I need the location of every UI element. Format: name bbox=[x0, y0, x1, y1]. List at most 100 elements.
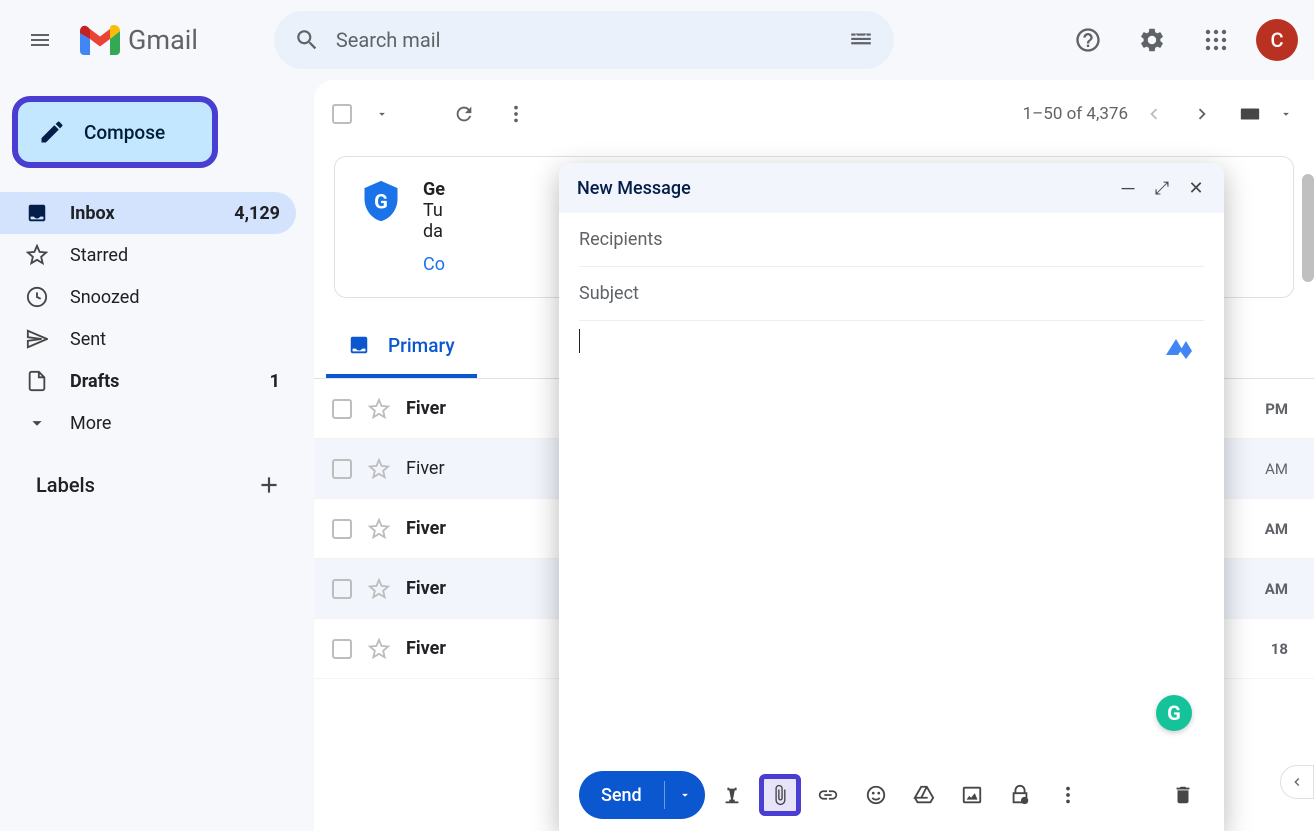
labels-heading: Labels bbox=[36, 473, 95, 497]
text-format-icon bbox=[721, 784, 743, 806]
apps-button[interactable] bbox=[1192, 16, 1240, 64]
sidebar-item-snoozed[interactable]: Snoozed bbox=[0, 276, 296, 318]
minimize-icon[interactable]: ─ bbox=[1118, 178, 1138, 199]
settings-button[interactable] bbox=[1128, 16, 1176, 64]
caret-down-icon bbox=[375, 107, 389, 121]
refresh-button[interactable] bbox=[442, 92, 486, 136]
insert-image-button[interactable] bbox=[951, 774, 993, 816]
insert-link-button[interactable] bbox=[807, 774, 849, 816]
nav-label: Snoozed bbox=[70, 287, 140, 308]
search-bar[interactable]: Search mail bbox=[274, 11, 894, 69]
main-menu-button[interactable] bbox=[16, 16, 64, 64]
email-checkbox[interactable] bbox=[332, 399, 352, 419]
search-options-icon[interactable] bbox=[848, 27, 874, 53]
email-checkbox[interactable] bbox=[332, 519, 352, 539]
chevron-right-icon bbox=[1191, 103, 1213, 125]
nav-label: Sent bbox=[70, 329, 106, 350]
app-header: Gmail Search mail C bbox=[0, 0, 1314, 80]
link-icon bbox=[817, 784, 839, 806]
star-icon bbox=[26, 244, 48, 266]
account-avatar[interactable]: C bbox=[1256, 19, 1298, 61]
recipients-field[interactable]: Recipients bbox=[579, 213, 1204, 267]
attach-file-button[interactable] bbox=[759, 774, 801, 816]
nav-label: Drafts bbox=[70, 371, 119, 392]
sidebar-item-inbox[interactable]: Inbox 4,129 bbox=[0, 192, 296, 234]
send-label: Send bbox=[579, 785, 664, 806]
inbox-icon bbox=[348, 334, 370, 356]
compose-label: Compose bbox=[84, 121, 165, 144]
shield-icon: G bbox=[359, 179, 403, 223]
brand-label: Gmail bbox=[128, 24, 198, 56]
input-tools-dropdown[interactable] bbox=[1276, 92, 1296, 136]
prev-page-button[interactable] bbox=[1132, 92, 1176, 136]
subject-field[interactable]: Subject bbox=[579, 267, 1204, 321]
email-time: AM bbox=[1265, 580, 1296, 598]
refresh-icon bbox=[453, 103, 475, 125]
labels-heading-row: Labels bbox=[0, 444, 310, 498]
compose-header[interactable]: New Message ─ ⤢ ✕ bbox=[559, 163, 1224, 213]
star-icon[interactable] bbox=[368, 458, 390, 480]
insert-drive-button[interactable] bbox=[903, 774, 945, 816]
banner-line1: Tu bbox=[423, 200, 445, 221]
formatting-button[interactable] bbox=[711, 774, 753, 816]
side-panel-toggle[interactable] bbox=[1280, 765, 1314, 799]
gear-icon bbox=[1138, 26, 1166, 54]
compose-body[interactable] bbox=[579, 329, 1204, 751]
close-icon[interactable]: ✕ bbox=[1186, 178, 1206, 199]
compose-footer: Send bbox=[559, 759, 1224, 831]
sidebar-item-drafts[interactable]: Drafts 1 bbox=[0, 360, 296, 402]
fullscreen-icon[interactable]: ⤢ bbox=[1152, 178, 1172, 199]
banner-link[interactable]: Co bbox=[423, 254, 445, 275]
email-checkbox[interactable] bbox=[332, 459, 352, 479]
writing-assist-icon[interactable] bbox=[1164, 337, 1194, 359]
caret-down-icon bbox=[1279, 107, 1293, 121]
tab-primary[interactable]: Primary bbox=[326, 316, 477, 378]
send-button[interactable]: Send bbox=[579, 771, 705, 819]
input-tools-button[interactable] bbox=[1228, 92, 1272, 136]
svg-text:G: G bbox=[374, 189, 388, 213]
sidebar-item-sent[interactable]: Sent bbox=[0, 318, 296, 360]
header-actions: C bbox=[1064, 16, 1298, 64]
email-checkbox[interactable] bbox=[332, 639, 352, 659]
scrollbar-thumb[interactable] bbox=[1302, 174, 1314, 282]
select-all-checkbox[interactable] bbox=[332, 104, 352, 124]
lock-clock-icon bbox=[1009, 784, 1031, 806]
gmail-icon bbox=[80, 25, 120, 55]
help-icon bbox=[1074, 26, 1102, 54]
next-page-button[interactable] bbox=[1180, 92, 1224, 136]
hamburger-icon bbox=[28, 28, 52, 52]
more-options-button[interactable] bbox=[1047, 774, 1089, 816]
kebab-icon bbox=[1057, 784, 1079, 806]
sidebar-item-more[interactable]: More bbox=[0, 402, 296, 444]
discard-draft-button[interactable] bbox=[1162, 774, 1204, 816]
compose-button[interactable]: Compose bbox=[12, 96, 218, 168]
insert-emoji-button[interactable] bbox=[855, 774, 897, 816]
grammarly-badge[interactable]: G bbox=[1156, 695, 1192, 731]
banner-line2: da bbox=[423, 221, 445, 242]
pencil-icon bbox=[38, 118, 66, 146]
sidebar-item-starred[interactable]: Starred bbox=[0, 234, 296, 276]
compose-window: New Message ─ ⤢ ✕ Recipients Subject G S… bbox=[559, 163, 1224, 831]
add-label-icon[interactable] bbox=[256, 472, 282, 498]
banner-title: Ge bbox=[423, 179, 445, 200]
email-checkbox[interactable] bbox=[332, 579, 352, 599]
nav-label: Inbox bbox=[70, 203, 115, 224]
star-icon[interactable] bbox=[368, 518, 390, 540]
star-icon[interactable] bbox=[368, 638, 390, 660]
star-icon[interactable] bbox=[368, 578, 390, 600]
support-button[interactable] bbox=[1064, 16, 1112, 64]
search-input[interactable]: Search mail bbox=[336, 28, 832, 52]
send-options-dropdown[interactable] bbox=[665, 771, 705, 819]
email-time: AM bbox=[1265, 520, 1296, 538]
nav-count: 4,129 bbox=[234, 203, 280, 224]
email-sender: Fiver bbox=[406, 578, 446, 599]
select-dropdown[interactable] bbox=[360, 92, 404, 136]
emoji-icon bbox=[865, 784, 887, 806]
confidential-mode-button[interactable] bbox=[999, 774, 1041, 816]
gmail-logo[interactable]: Gmail bbox=[72, 24, 206, 56]
search-icon bbox=[294, 27, 320, 53]
more-actions-button[interactable] bbox=[494, 92, 538, 136]
star-icon[interactable] bbox=[368, 398, 390, 420]
nav-label: More bbox=[70, 413, 111, 434]
chevron-left-icon bbox=[1289, 774, 1305, 790]
